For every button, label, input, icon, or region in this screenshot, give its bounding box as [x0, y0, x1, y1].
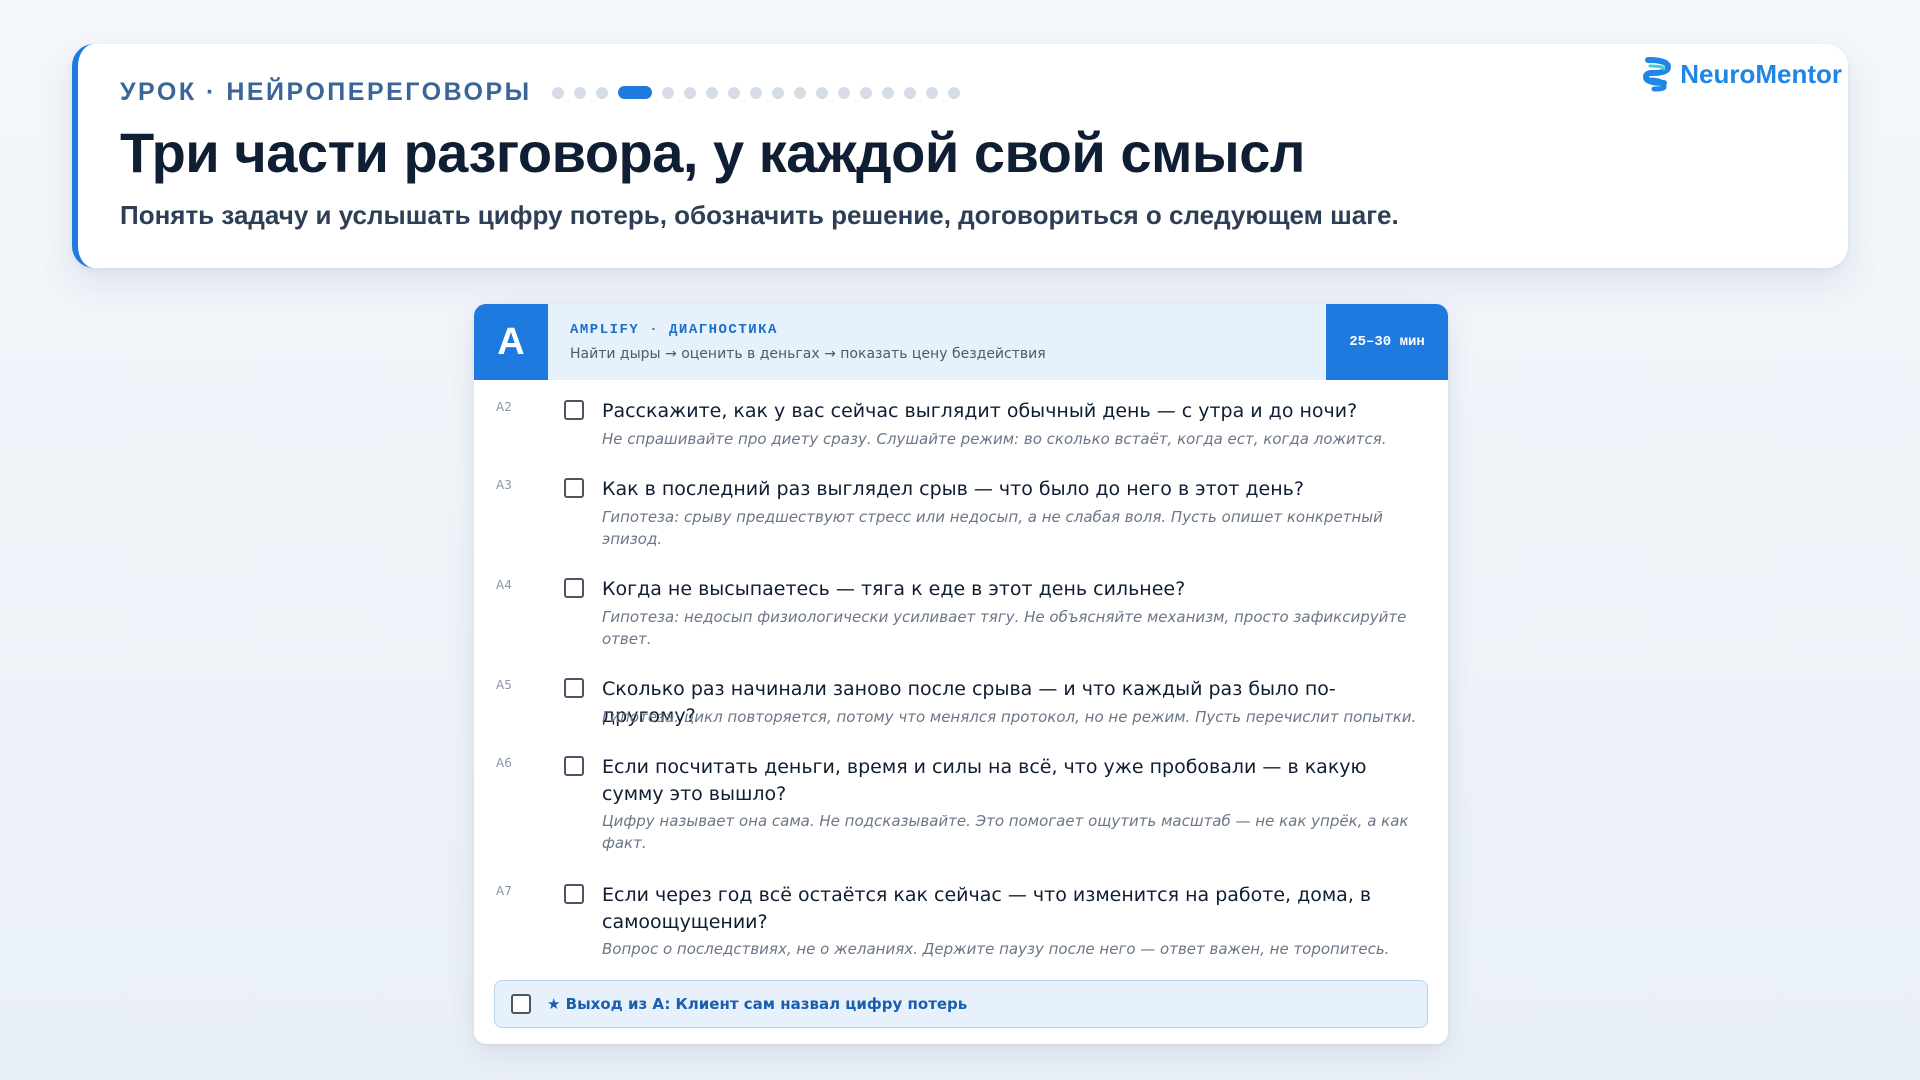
- question-checkbox[interactable]: [564, 756, 584, 776]
- section-card-a: A AMPLIFY · ДИАГНОСТИКА Найти дыры → оце…: [474, 304, 1448, 1044]
- exit-checkbox[interactable]: [511, 994, 531, 1014]
- progress-dot: [727, 86, 740, 99]
- question-text: Если посчитать деньги, время и силы на в…: [602, 756, 1367, 805]
- lesson-header-card: УРОК · НЕЙРОПЕРЕГОВОРЫ Три части разгово…: [72, 44, 1848, 268]
- neuromentor-logo-icon: [1643, 57, 1672, 92]
- section-exit-criteria: ★ Выход из A: Клиент сам назвал цифру по…: [494, 980, 1428, 1028]
- progress-dot: [815, 86, 828, 99]
- question-text: Когда не высыпаетесь — тяга к еде в этот…: [602, 578, 1186, 600]
- question-hint: Не спрашивайте про диету сразу. Слушайте…: [602, 430, 1387, 448]
- question-hint: Вопрос о последствиях, не о желаниях. Де…: [602, 940, 1390, 958]
- question-code: A4: [496, 578, 512, 592]
- progress-dot: [749, 86, 762, 99]
- page-title: Три части разговора, у каждой свой смысл: [120, 121, 1305, 184]
- section-duration-badge: 25–30 мин: [1326, 304, 1448, 380]
- progress-dot: [925, 86, 938, 99]
- lesson-progress-dots: [551, 86, 970, 99]
- progress-dot: [595, 86, 608, 99]
- exit-criteria-text: ★ Выход из A: Клиент сам назвал цифру по…: [547, 995, 968, 1013]
- progress-dot: [903, 86, 916, 99]
- question-text: Если через год всё остаётся как сейчас —…: [602, 884, 1372, 933]
- question-text: Как в последний раз выглядел срыв — что …: [602, 478, 1304, 500]
- progress-dot: [683, 86, 696, 99]
- question-text: Расскажите, как у вас сейчас выглядит об…: [602, 400, 1358, 422]
- progress-dot: [573, 86, 586, 99]
- neuromentor-logo: NeuroMentor: [1642, 56, 1842, 92]
- progress-dot: [881, 86, 894, 99]
- question-checkbox[interactable]: [564, 884, 584, 904]
- lesson-meta-row: УРОК · НЕЙРОПЕРЕГОВОРЫ: [120, 78, 970, 107]
- logo-text: NeuroMentor: [1680, 58, 1842, 89]
- question-hint: Цифру называет она сама. Не подсказывайт…: [602, 812, 1409, 852]
- progress-dot: [661, 86, 674, 99]
- progress-dot: [947, 86, 960, 99]
- section-tag: AMPLIFY · ДИАГНОСТИКА: [570, 322, 778, 338]
- progress-dot: [837, 86, 850, 99]
- question-checkbox[interactable]: [564, 578, 584, 598]
- question-code: A2: [496, 400, 512, 414]
- progress-dot: [859, 86, 872, 99]
- progress-dot-current: [617, 86, 652, 99]
- progress-dot: [771, 86, 784, 99]
- question-code: A7: [496, 884, 512, 898]
- section-letter-badge: A: [474, 304, 548, 380]
- question-checkbox[interactable]: [564, 478, 584, 498]
- question-code: A6: [496, 756, 512, 770]
- question-checkbox[interactable]: [564, 678, 584, 698]
- progress-dot: [705, 86, 718, 99]
- question-hint: Гипотеза: цикл повторяется, потому что м…: [602, 708, 1417, 726]
- question-code: A3: [496, 478, 512, 492]
- progress-dot: [551, 86, 564, 99]
- question-checkbox[interactable]: [564, 400, 584, 420]
- progress-dot: [793, 86, 806, 99]
- question-code: A5: [496, 678, 512, 692]
- section-flow: Найти дыры → оценить в деньгах → показат…: [570, 346, 1046, 362]
- question-hint: Гипотеза: недосып физиологически усилива…: [602, 608, 1407, 648]
- lesson-eyebrow: УРОК · НЕЙРОПЕРЕГОВОРЫ: [120, 78, 532, 106]
- page-subtitle: Понять задачу и услышать цифру потерь, о…: [120, 200, 1399, 230]
- question-hint: Гипотеза: срыву предшествуют стресс или …: [602, 508, 1383, 548]
- section-header: A AMPLIFY · ДИАГНОСТИКА Найти дыры → оце…: [474, 304, 1448, 380]
